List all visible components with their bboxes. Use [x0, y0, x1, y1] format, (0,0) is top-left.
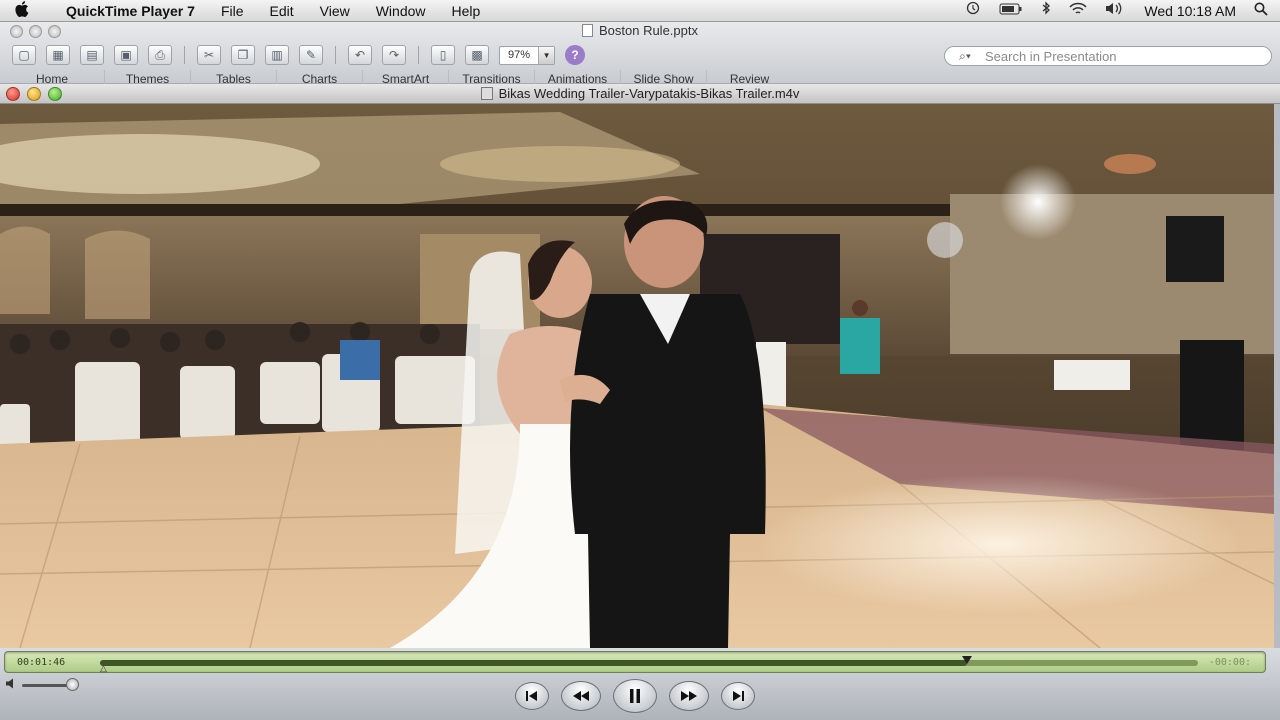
- bluetooth-icon[interactable]: [1032, 0, 1060, 22]
- menu-file[interactable]: File: [208, 0, 257, 22]
- menu-bar: QuickTime Player 7 File Edit View Window…: [0, 0, 1280, 22]
- quicktime-title: Bikas Wedding Trailer-Varypatakis-Bikas …: [0, 86, 1280, 101]
- tab-charts[interactable]: Charts: [276, 70, 362, 84]
- quicktime-titlebar: Bikas Wedding Trailer-Varypatakis-Bikas …: [0, 84, 1280, 104]
- remaining-time: -00:00:: [1208, 657, 1251, 668]
- volume-slider-knob[interactable]: [66, 678, 80, 691]
- apple-menu-icon[interactable]: [0, 0, 44, 21]
- volume-icon[interactable]: [1096, 0, 1132, 22]
- gallery-icon[interactable]: ▩: [465, 45, 489, 65]
- selection-start-marker[interactable]: △: [100, 664, 108, 673]
- tab-home[interactable]: Home: [0, 70, 104, 84]
- search-placeholder: Search in Presentation: [985, 48, 1117, 64]
- tab-smartart[interactable]: SmartArt: [362, 70, 448, 84]
- save-icon[interactable]: ▣: [114, 45, 138, 65]
- powerpoint-toolbar: ▢ ▦ ▤ ▣ ⎙ ✂ ❐ ▥ ✎ ↶ ↷ ▯ ▩ 97% ▼ ?: [12, 44, 586, 66]
- speaker: [1166, 216, 1224, 282]
- elapsed-time: 00:01:46: [17, 657, 66, 668]
- spotlight-search-icon[interactable]: [1248, 2, 1280, 19]
- undo-icon[interactable]: ↶: [348, 45, 372, 65]
- tab-review[interactable]: Review: [706, 70, 792, 84]
- help-icon[interactable]: ?: [565, 45, 586, 65]
- wedding-dance-scene: [0, 104, 1274, 648]
- toolbar-divider: [335, 46, 336, 64]
- toolbar-divider: [184, 46, 185, 64]
- cut-icon[interactable]: ✂: [197, 45, 221, 65]
- time-machine-icon[interactable]: [956, 0, 990, 22]
- menu-edit[interactable]: Edit: [257, 0, 307, 22]
- skip-forward-icon: [733, 691, 744, 701]
- ribbon-tabs: Home Themes Tables Charts SmartArt Trans…: [0, 70, 1280, 84]
- jump-to-start-button[interactable]: [515, 682, 549, 710]
- new-icon[interactable]: ▢: [12, 45, 36, 65]
- tab-slide-show[interactable]: Slide Show: [620, 70, 706, 84]
- movie-title-text: Bikas Wedding Trailer-Varypatakis-Bikas …: [498, 86, 800, 101]
- playhead[interactable]: [962, 656, 973, 664]
- tab-themes[interactable]: Themes: [104, 70, 190, 84]
- fast-forward-icon: [681, 691, 697, 701]
- window-edge: [1274, 104, 1280, 648]
- scrubber-progress: [100, 660, 968, 666]
- skip-back-icon: [526, 691, 537, 701]
- tab-transitions[interactable]: Transitions: [448, 70, 534, 84]
- ppt-title-text: Boston Rule.pptx: [598, 23, 698, 38]
- zoom-select[interactable]: 97% ▼: [499, 45, 556, 65]
- chevron-down-icon: ▼: [538, 46, 555, 64]
- redo-icon[interactable]: ↷: [382, 45, 406, 65]
- menu-clock[interactable]: Wed 10:18 AM: [1132, 0, 1248, 22]
- open-icon[interactable]: ▤: [80, 45, 104, 65]
- timeline-display: 00:01:46 △ -00:00:: [4, 651, 1266, 673]
- play-pause-button[interactable]: [613, 679, 657, 713]
- powerpoint-title: Boston Rule.pptx: [0, 23, 1280, 38]
- menu-window[interactable]: Window: [363, 0, 439, 22]
- wifi-icon[interactable]: [1060, 0, 1096, 22]
- format-icon[interactable]: ✎: [299, 45, 323, 65]
- menu-quicktime[interactable]: QuickTime Player 7: [44, 0, 208, 22]
- presentation-search-field[interactable]: ⌕▾ Search in Presentation: [944, 46, 1272, 66]
- toolbar-divider: [418, 46, 419, 64]
- tab-animations[interactable]: Animations: [534, 70, 620, 84]
- sidebar-icon[interactable]: ▯: [431, 45, 455, 65]
- zoom-value: 97%: [508, 49, 531, 61]
- pause-icon: [630, 689, 640, 703]
- menu-view[interactable]: View: [307, 0, 363, 22]
- jump-to-end-button[interactable]: [721, 682, 755, 710]
- rewind-icon: [573, 691, 589, 701]
- transport-controls: [515, 678, 755, 714]
- volume-speaker-icon: [6, 678, 18, 692]
- playback-controller: 00:01:46 △ -00:00:: [0, 648, 1280, 720]
- document-icon: [581, 24, 593, 37]
- templates-icon[interactable]: ▦: [46, 45, 70, 65]
- copy-icon[interactable]: ❐: [231, 45, 255, 65]
- fast-forward-button[interactable]: [669, 681, 709, 711]
- print-icon[interactable]: ⎙: [148, 45, 172, 65]
- paste-icon[interactable]: ▥: [265, 45, 289, 65]
- search-icon: ⌕▾: [959, 48, 971, 63]
- powerpoint-window: Boston Rule.pptx ▢ ▦ ▤ ▣ ⎙ ✂ ❐ ▥ ✎ ↶ ↷ ▯…: [0, 22, 1280, 84]
- tab-tables[interactable]: Tables: [190, 70, 276, 84]
- rewind-button[interactable]: [561, 681, 601, 711]
- battery-icon[interactable]: [990, 0, 1032, 22]
- movie-file-icon: [480, 87, 493, 100]
- video-frame[interactable]: [0, 104, 1274, 648]
- menu-help[interactable]: Help: [439, 0, 494, 22]
